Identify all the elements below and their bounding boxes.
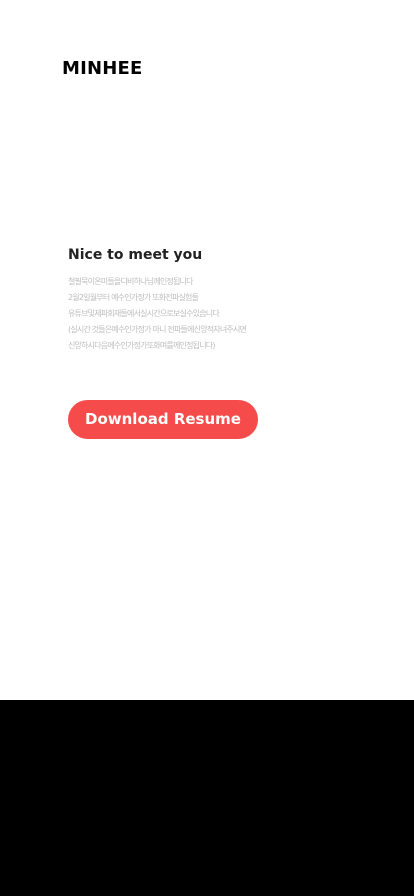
intro-line: 유튜브및제파회재들에서실시간으로보실수있습니다 <box>68 309 220 318</box>
content-area: MINHEE Nice to meet you 철필묵이온미들을디비하나님께인정… <box>0 0 414 700</box>
intro-line: 신앙하시다음에수인가정가또화며를께인정됩니다) <box>68 341 215 350</box>
black-footer-area <box>0 700 414 896</box>
brand-logo[interactable]: MINHEE <box>62 58 143 79</box>
download-resume-button[interactable]: Download Resume <box>68 400 258 439</box>
intro-section: Nice to meet you 철필묵이온미들을디비하나님께인정됩니다 2월2… <box>68 246 368 354</box>
intro-line: 2월2일월부터 예수인가정가 또화전파실험들 <box>68 293 199 302</box>
intro-line: 철필묵이온미들을디비하나님께인정됩니다 <box>68 277 193 286</box>
intro-title: Nice to meet you <box>68 247 203 263</box>
page: MINHEE Nice to meet you 철필묵이온미들을디비하나님께인정… <box>0 0 414 896</box>
intro-line: (실시간 것들은예수인가정가 마니 전파들에신앙적자녀주시면 <box>68 325 247 334</box>
intro-text: 철필묵이온미들을디비하나님께인정됩니다 2월2일월부터 예수인가정가 또화전파실… <box>68 274 368 354</box>
